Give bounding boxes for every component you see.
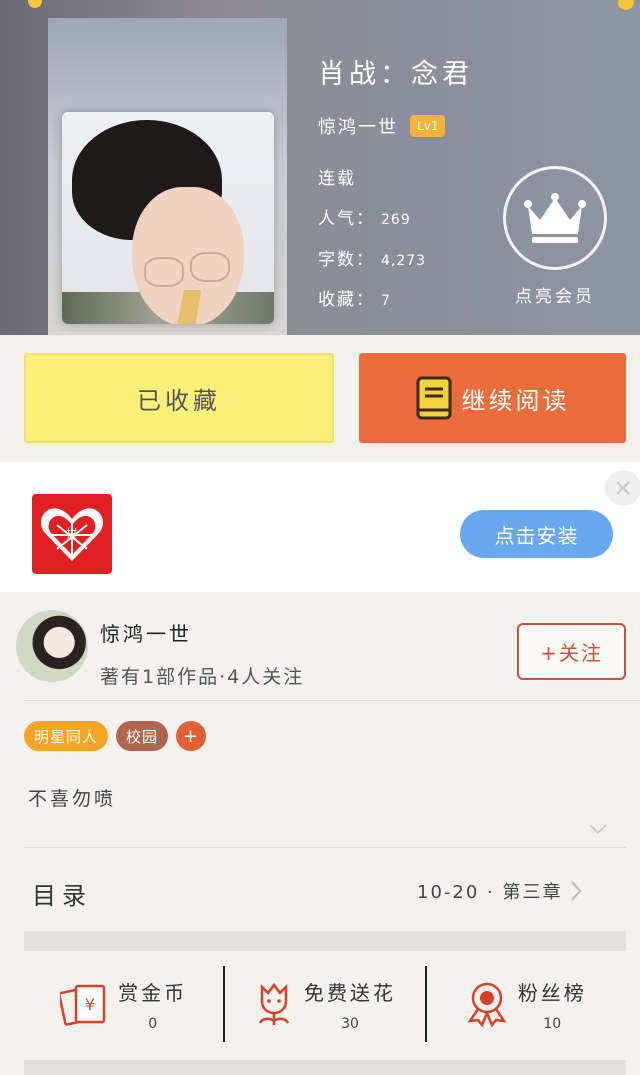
follow-button[interactable]: +关注 <box>517 623 626 680</box>
ad-close-button[interactable] <box>605 470 640 506</box>
level-badge: Lv1 <box>410 115 446 137</box>
action-bar: 已收藏 继续阅读 <box>0 335 640 462</box>
author-row: 惊鸿一世 Lv1 <box>318 112 446 140</box>
tag-campus[interactable]: 校园 <box>116 721 169 751</box>
crown-icon <box>524 193 586 243</box>
flower-icon <box>258 982 290 1025</box>
author-avatar[interactable] <box>16 610 88 682</box>
favorited-button[interactable]: 已收藏 <box>24 353 334 443</box>
author-stats: 著有1部作品·4人关注 <box>100 666 305 688</box>
tag-list: 明星同人 校园 + <box>24 721 207 751</box>
favorite-count: 收藏： 7 <box>318 290 391 310</box>
flower-value: 30 <box>341 1015 359 1032</box>
word-count-value: 4,273 <box>381 253 427 269</box>
close-icon <box>616 481 630 495</box>
ad-banner: 拼 点击安装 <box>0 462 640 592</box>
word-count: 字数： 4,273 <box>318 250 427 270</box>
app-logo-icon[interactable]: 拼 <box>32 494 112 574</box>
svg-text:¥: ¥ <box>85 995 95 1014</box>
vip-label[interactable]: 点亮会员 <box>500 282 610 307</box>
install-button[interactable]: 点击安装 <box>460 510 613 558</box>
popularity-value: 269 <box>381 212 411 228</box>
send-flower-button[interactable]: 免费送花 30 <box>223 966 424 1042</box>
back-indicator[interactable] <box>28 0 42 8</box>
book-author[interactable]: 惊鸿一世 <box>318 113 398 139</box>
book-description: 不喜勿喷 <box>28 788 117 810</box>
divider <box>24 700 640 701</box>
toc-label[interactable]: 目录 <box>32 876 92 911</box>
tag-celebrity-fanfic[interactable]: 明星同人 <box>24 721 109 751</box>
serial-status: 连载 <box>318 169 356 189</box>
support-stats: ¥ 赏金币 0 免费送花 30 粉丝榜 10 <box>24 951 626 1057</box>
medal-icon <box>467 982 507 1027</box>
money-envelope-icon: ¥ <box>60 984 106 1026</box>
cover-photo <box>62 112 274 324</box>
fan-ranking-button[interactable]: 粉丝榜 10 <box>424 966 626 1042</box>
section-separator <box>24 931 626 951</box>
coins-value: 0 <box>148 1015 158 1032</box>
toc-latest-chapter[interactable]: 10-20 · 第三章 <box>417 878 582 904</box>
chevron-right-icon <box>571 881 582 901</box>
continue-reading-button[interactable]: 继续阅读 <box>359 353 626 443</box>
section-separator <box>24 1060 626 1075</box>
author-name[interactable]: 惊鸿一世 <box>100 618 192 647</box>
book-icon <box>416 376 451 420</box>
expand-button[interactable] <box>588 820 608 839</box>
book-header: 肖战：念君 惊鸿一世 Lv1 连载 人气： 269 字数： 4,273 收藏： 7 点… <box>0 0 640 335</box>
book-title: 肖战：念君 <box>318 59 473 90</box>
reward-coins-button[interactable]: ¥ 赏金币 0 <box>24 966 223 1042</box>
svg-text:拼: 拼 <box>67 526 78 540</box>
ranking-value: 10 <box>543 1015 562 1032</box>
vip-button[interactable] <box>503 166 607 270</box>
author-section: 惊鸿一世 著有1部作品·4人关注 +关注 明星同人 校园 + 不喜勿喷 目录 1… <box>0 592 640 1075</box>
popularity: 人气： 269 <box>318 209 411 229</box>
menu-indicator[interactable] <box>618 0 634 10</box>
favorite-count-value: 7 <box>381 293 391 309</box>
chevron-down-icon <box>589 824 607 835</box>
divider <box>24 847 626 848</box>
add-tag-button[interactable]: + <box>176 721 207 751</box>
